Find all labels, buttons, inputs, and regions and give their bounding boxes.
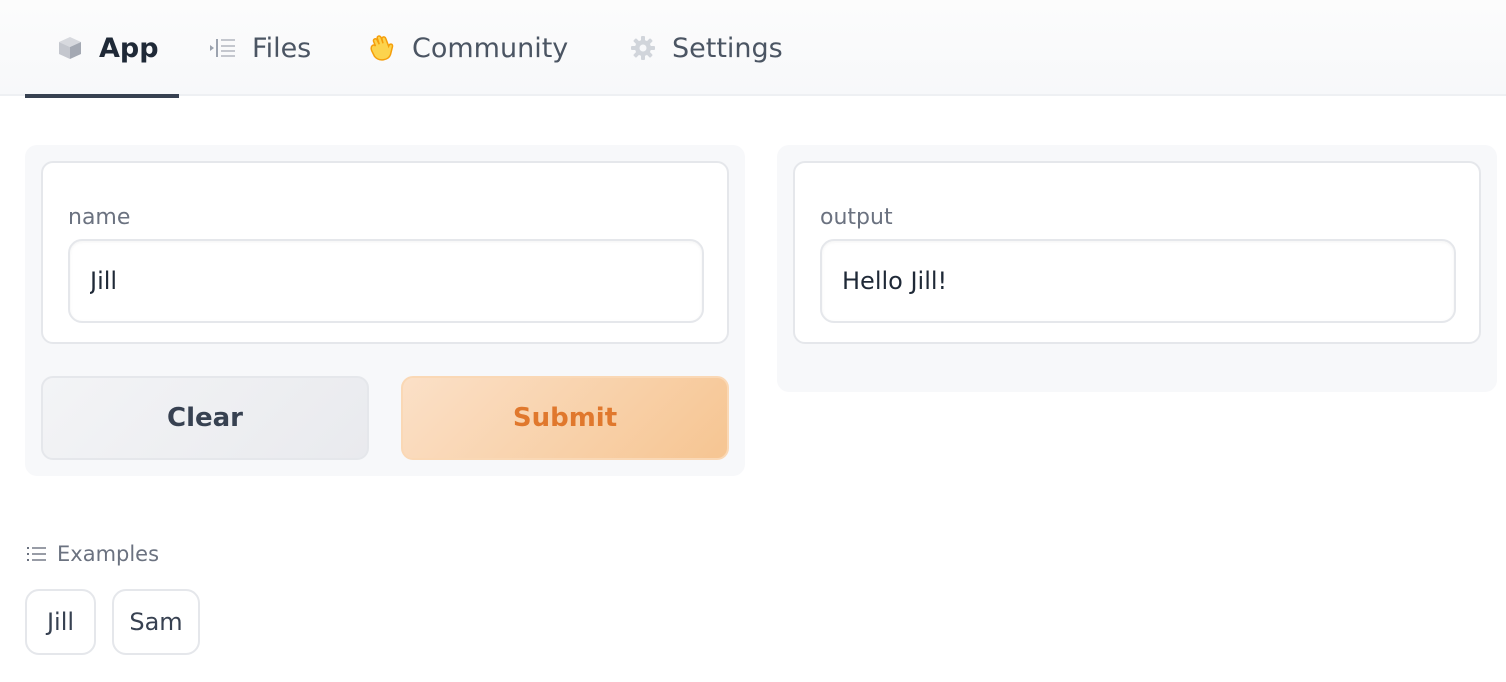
- tab-app[interactable]: App: [25, 0, 179, 98]
- tab-app-label: App: [99, 32, 159, 64]
- example-item[interactable]: Jill: [25, 589, 96, 655]
- file-list-icon: [208, 33, 238, 63]
- examples-label: Examples: [57, 542, 160, 566]
- cube-icon: [55, 33, 85, 63]
- tab-settings[interactable]: Settings: [628, 0, 783, 96]
- example-item[interactable]: Sam: [112, 589, 200, 655]
- name-label: name: [68, 205, 131, 230]
- tab-settings-label: Settings: [672, 32, 783, 64]
- clear-button[interactable]: Clear: [41, 376, 369, 460]
- name-input[interactable]: [68, 239, 704, 323]
- output-panel: output Hello Jill!: [777, 145, 1497, 392]
- tab-community[interactable]: Community: [368, 0, 568, 96]
- tab-files-label: Files: [252, 32, 312, 64]
- waving-hand-icon: [368, 33, 398, 63]
- gear-icon: [628, 33, 658, 63]
- output-textbox[interactable]: Hello Jill!: [820, 239, 1456, 323]
- list-icon: [27, 546, 47, 562]
- output-label: output: [820, 205, 893, 230]
- tab-files[interactable]: Files: [208, 0, 311, 96]
- tab-bar: App Files Community Settings: [0, 0, 1506, 98]
- name-textbox-block: name: [41, 161, 729, 344]
- input-panel: name Clear Submit: [25, 145, 745, 476]
- examples-header: Examples: [27, 542, 159, 566]
- output-textbox-block: output Hello Jill!: [793, 161, 1481, 344]
- submit-button[interactable]: Submit: [401, 376, 729, 460]
- tab-community-label: Community: [412, 32, 569, 64]
